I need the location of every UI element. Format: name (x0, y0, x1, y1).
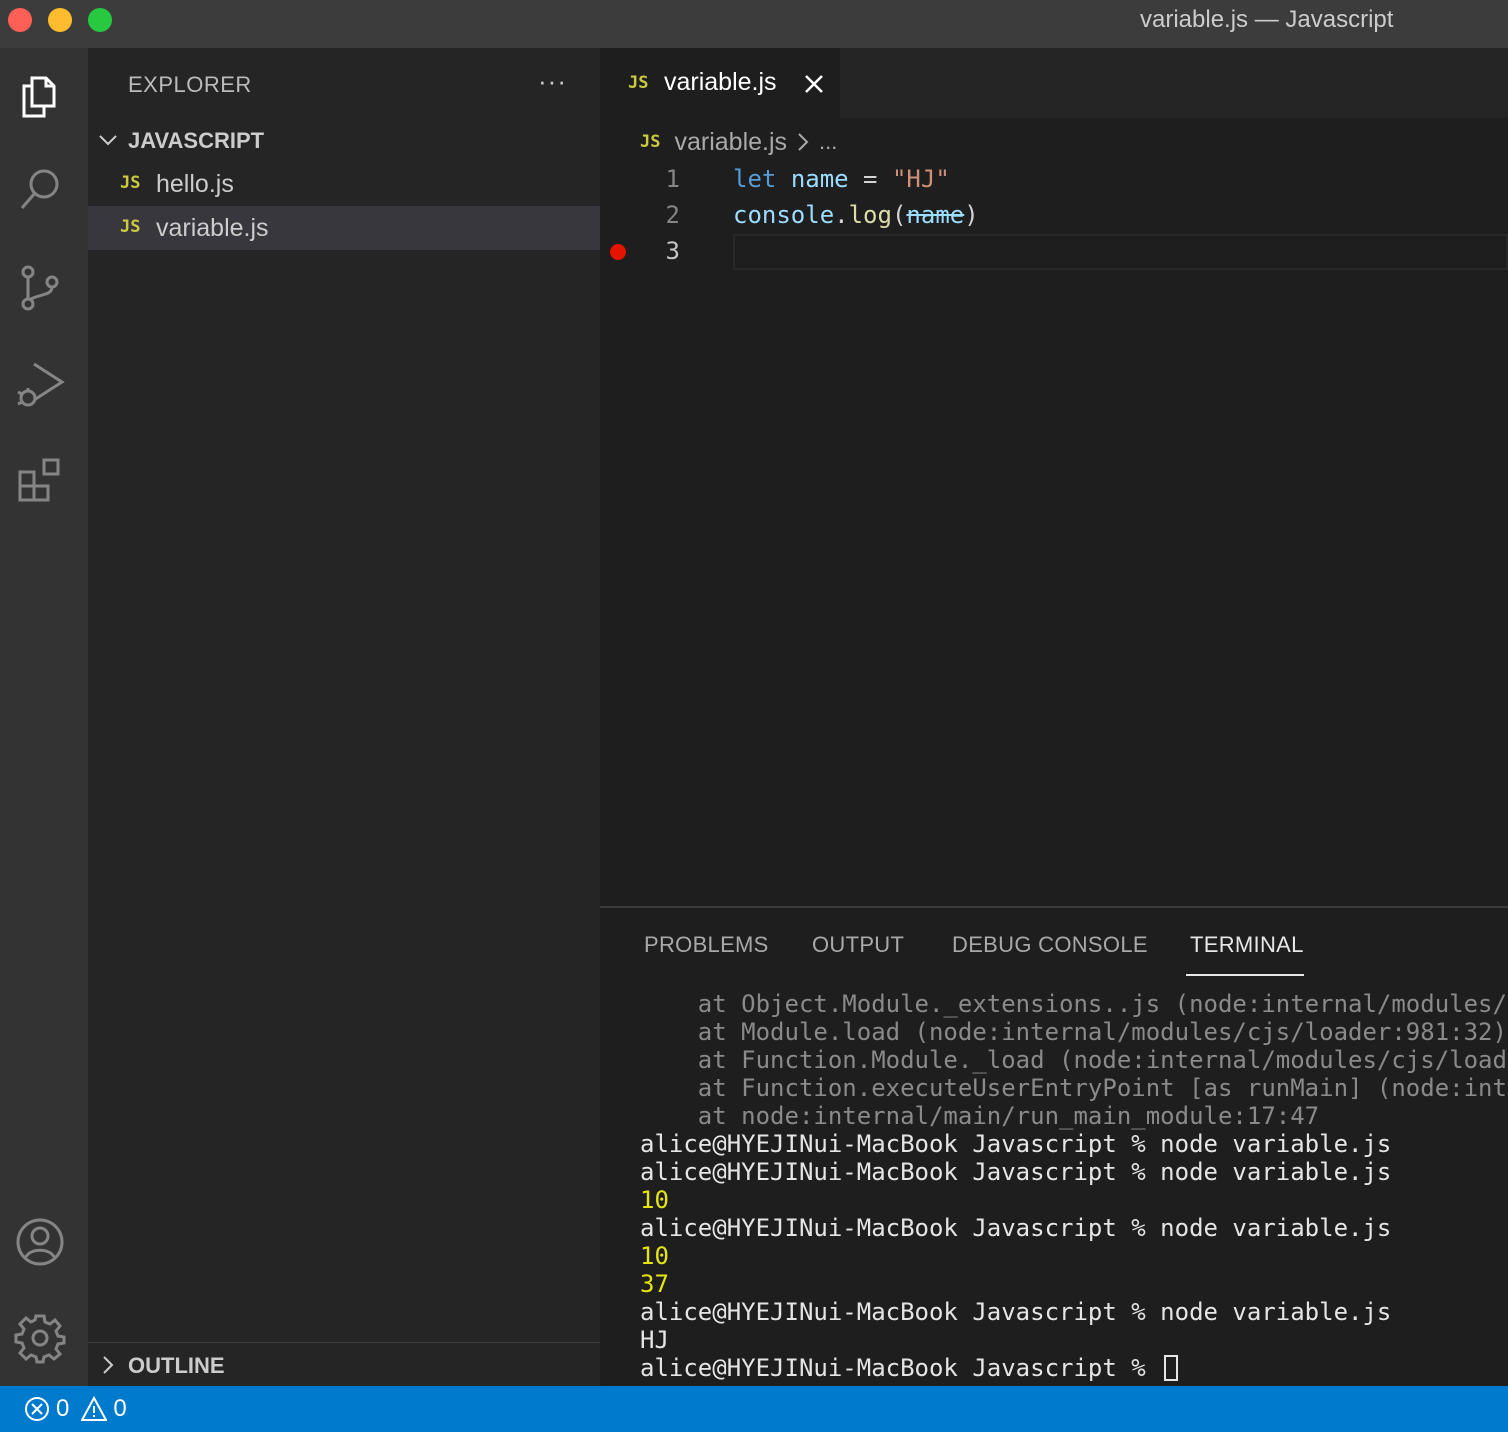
activity-source-control[interactable] (12, 260, 68, 316)
line-number: 2 (665, 201, 680, 229)
tab-label: variable.js (664, 68, 777, 96)
activity-extensions[interactable] (12, 454, 68, 510)
code-token: name (790, 165, 849, 193)
terminal-line: at node:internal/main/run_main_module:17… (640, 1102, 1320, 1130)
status-bar: 0 0 (0, 1386, 1508, 1432)
minimize-window-button[interactable] (48, 8, 72, 32)
js-file-icon: JS (640, 132, 661, 152)
js-file-icon: JS (120, 217, 141, 237)
explorer-sidebar: EXPLORER ··· JAVASCRIPT JS hello.js JS v… (88, 48, 600, 1386)
code-line[interactable]: 3 (600, 234, 1508, 270)
breadcrumb-symbols[interactable]: ... (819, 129, 837, 155)
activity-run-debug[interactable] (12, 356, 68, 412)
error-icon (25, 1397, 49, 1421)
code-text: console.log(name) (733, 201, 979, 229)
editor-tab-strip: JS variable.js (600, 48, 1508, 118)
terminal-line: alice@HYEJINui-MacBook Javascript % node… (640, 1214, 1392, 1242)
outline-section[interactable]: OUTLINE (88, 1342, 600, 1386)
code-token: let (733, 165, 777, 193)
js-file-icon: JS (120, 173, 141, 193)
tab-terminal[interactable]: TERMINAL (1190, 932, 1304, 958)
terminal-line: alice@HYEJINui-MacBook Javascript % node… (640, 1158, 1392, 1186)
terminal-line: at Function.Module._load (node:internal/… (640, 1046, 1508, 1074)
activity-accounts[interactable] (12, 1214, 68, 1270)
activity-explorer[interactable] (12, 68, 68, 124)
run-debug-icon (17, 362, 65, 407)
close-window-button[interactable] (8, 8, 32, 32)
source-control-icon (21, 265, 59, 311)
folder-javascript[interactable]: JAVASCRIPT (88, 120, 600, 160)
terminal-line: alice@HYEJINui-MacBook Javascript % node… (640, 1130, 1392, 1158)
code-token: console (733, 201, 835, 229)
editor: JS variable.js JS variable.js ... 1 let n… (600, 48, 1508, 906)
terminal-line: at Module.load (node:internal/modules/cj… (640, 1018, 1507, 1046)
tab-debug-console[interactable]: DEBUG CONSOLE (952, 932, 1148, 958)
gear-icon (14, 1314, 66, 1364)
line-number: 1 (665, 165, 680, 193)
terminal-line: 10 (640, 1186, 669, 1214)
search-icon (20, 169, 59, 209)
js-file-icon: JS (628, 73, 649, 93)
code-token: = (848, 165, 892, 193)
code-line[interactable]: 2 console.log(name) (600, 198, 1508, 234)
tab-variable-js[interactable]: JS variable.js (600, 48, 840, 118)
code-token: name (906, 201, 965, 229)
code-line[interactable]: 1 let name = "HJ" (600, 162, 1508, 198)
extensions-icon (18, 458, 60, 502)
terminal-line: HJ (640, 1326, 669, 1354)
outline-label: OUTLINE (128, 1353, 225, 1378)
code-token: log (848, 201, 892, 229)
close-icon[interactable] (802, 72, 826, 96)
tab-problems[interactable]: PROBLEMS (644, 932, 769, 958)
window-title: variable.js — Javascript (1140, 6, 1394, 33)
code-token: ) (964, 201, 979, 229)
code-token: ( (891, 201, 907, 229)
code-token: "HJ" (891, 165, 950, 193)
file-label: variable.js (156, 214, 269, 242)
chevron-down-icon (99, 135, 117, 146)
title-bar: variable.js — Javascript (0, 0, 1508, 48)
activity-bar (0, 48, 88, 1386)
terminal-line: 37 (640, 1270, 669, 1298)
breadcrumb-file[interactable]: variable.js (674, 128, 787, 157)
account-icon (16, 1218, 64, 1266)
explorer-more-actions-button[interactable]: ··· (538, 66, 567, 97)
terminal-output[interactable]: at Object.Module._extensions..js (node:i… (640, 990, 1508, 1382)
terminal-cursor (1164, 1355, 1179, 1381)
maximize-window-button[interactable] (88, 8, 112, 32)
line-number: 3 (665, 237, 680, 265)
chevron-right-icon (103, 1356, 114, 1374)
files-icon (22, 76, 56, 118)
bottom-panel: PROBLEMS OUTPUT DEBUG CONSOLE TERMINAL a… (600, 906, 1508, 1386)
breadcrumb: JS variable.js ... (640, 126, 837, 158)
file-hello-js[interactable]: JS hello.js (88, 162, 600, 206)
file-label: hello.js (156, 170, 234, 198)
activity-search[interactable] (12, 162, 68, 218)
terminal-line: alice@HYEJINui-MacBook Javascript % node… (640, 1298, 1392, 1326)
terminal-line: alice@HYEJINui-MacBook Javascript % (640, 1354, 1508, 1382)
terminal-line: at Function.executeUserEntryPoint [as ru… (640, 1074, 1508, 1102)
problems-status[interactable]: 0 0 (24, 1393, 127, 1425)
terminal-line: 10 (640, 1242, 669, 1270)
activity-manage[interactable] (12, 1310, 68, 1366)
active-tab-indicator (1186, 974, 1304, 976)
folder-label: JAVASCRIPT (128, 128, 265, 153)
explorer-title: EXPLORER (128, 72, 252, 97)
code-text: let name = "HJ" (733, 165, 950, 193)
warning-icon (81, 1396, 108, 1421)
tab-output[interactable]: OUTPUT (812, 932, 904, 958)
chevron-right-icon (798, 133, 809, 151)
code-token: . (834, 201, 849, 229)
error-count: 0 (56, 1395, 70, 1422)
file-variable-js[interactable]: JS variable.js (88, 206, 600, 250)
warning-count: 0 (113, 1395, 127, 1422)
terminal-line: at Object.Module._extensions..js (node:i… (640, 990, 1508, 1018)
